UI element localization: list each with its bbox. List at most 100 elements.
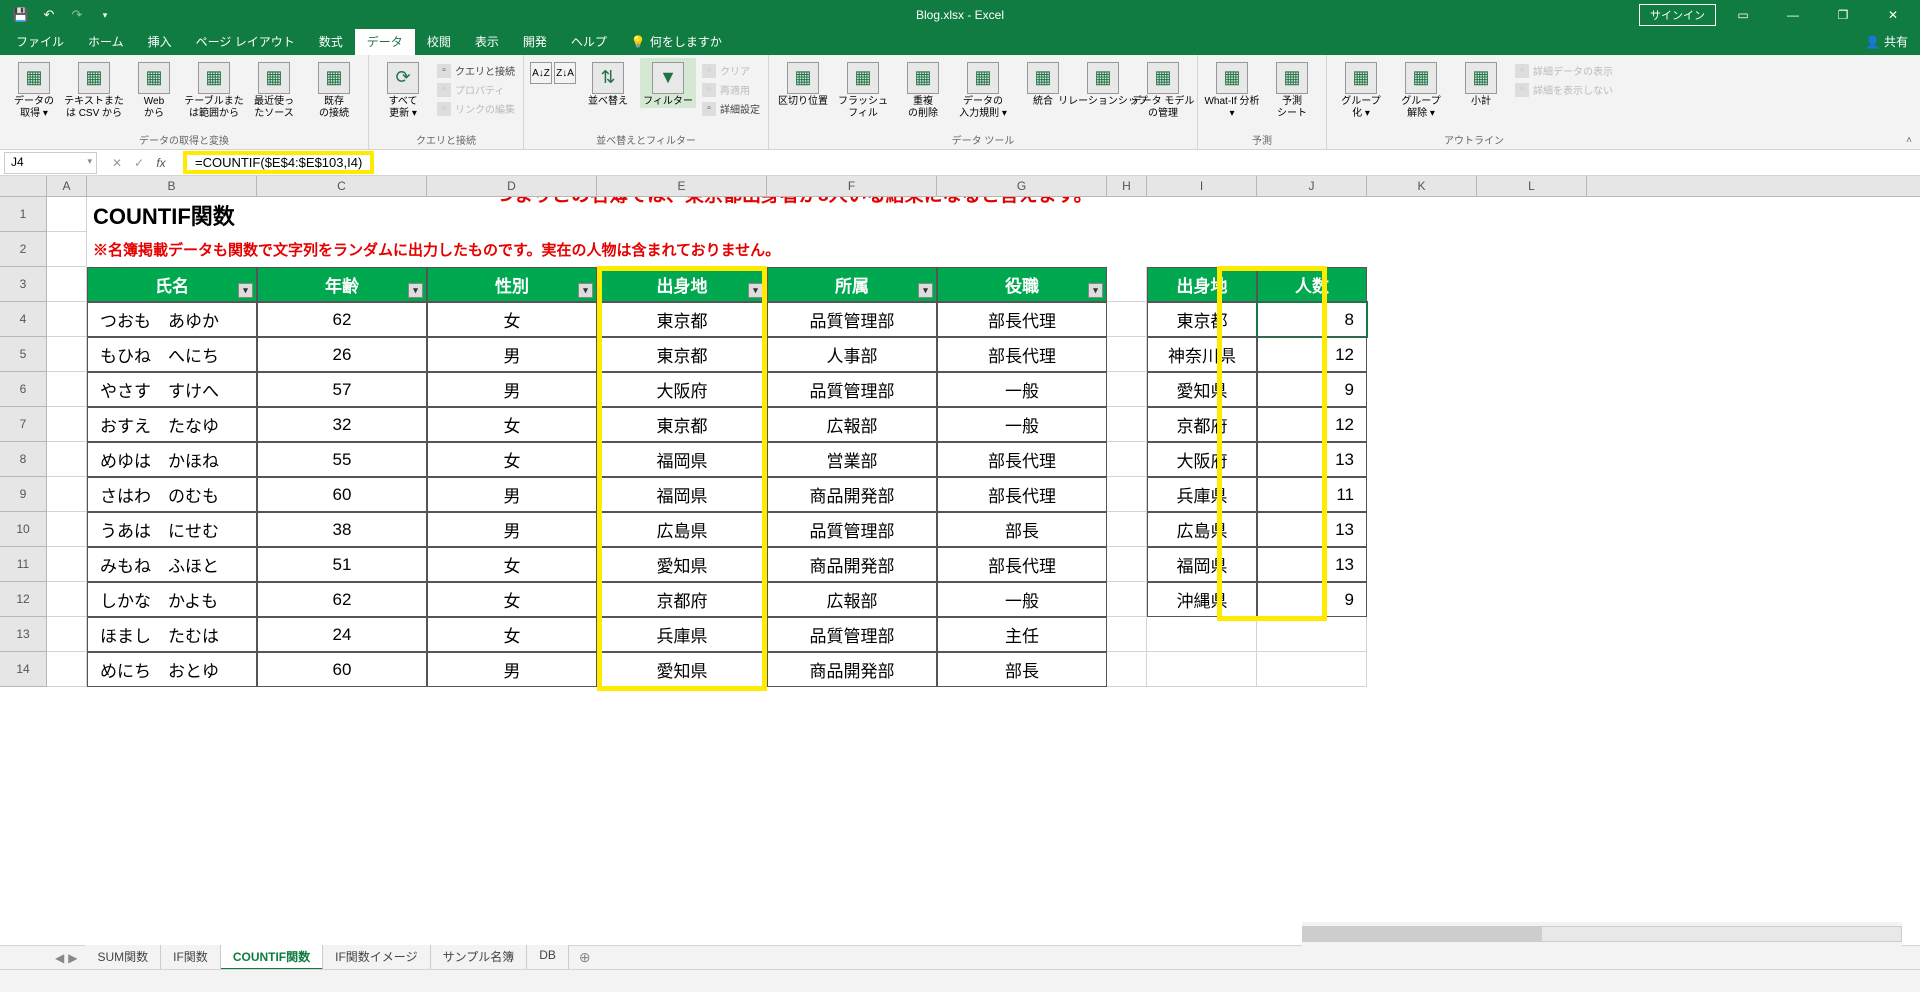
minimize-icon[interactable]: — <box>1770 0 1816 30</box>
table-cell[interactable]: さはわ のむも <box>87 477 257 512</box>
name-box[interactable]: J4 <box>4 152 97 174</box>
row-header-14[interactable]: 14 <box>0 652 47 687</box>
table-cell[interactable]: 9 <box>1257 582 1367 617</box>
ribbon-button[interactable]: ▦データの 入力規則 ▾ <box>955 58 1011 120</box>
refresh-all-button[interactable]: ⟳すべて 更新 ▾ <box>375 58 431 120</box>
table-cell[interactable]: 24 <box>257 617 427 652</box>
filter-dropdown-icon[interactable]: ▾ <box>918 283 933 298</box>
cell[interactable] <box>1107 617 1147 652</box>
table-cell[interactable]: 兵庫県 <box>1147 477 1257 512</box>
ribbon-button[interactable]: ▦区切り位置 <box>775 58 831 108</box>
sheet-tab[interactable]: IF関数 <box>161 945 221 970</box>
table-cell[interactable]: 男 <box>427 512 597 547</box>
cancel-formula-icon[interactable]: ✕ <box>107 156 127 170</box>
sort-desc-icon[interactable]: Z↓A <box>554 62 576 84</box>
formula-input[interactable]: =COUNTIF($E$4:$E$103,I4) <box>177 153 1920 173</box>
ribbon-button[interactable]: ▦重複 の削除 <box>895 58 951 120</box>
table-cell[interactable]: 東京都 <box>597 337 767 372</box>
cell[interactable] <box>47 232 87 267</box>
tellme-search[interactable]: 💡 何をしますか <box>619 29 734 55</box>
table-cell[interactable]: ほまし たむは <box>87 617 257 652</box>
filter-button[interactable]: ▼フィルター <box>640 58 696 108</box>
table-cell[interactable]: 兵庫県 <box>597 617 767 652</box>
filter-dropdown-icon[interactable]: ▾ <box>578 283 593 298</box>
table-cell[interactable]: 愛知県 <box>597 547 767 582</box>
cell[interactable] <box>1107 547 1147 582</box>
col-header-C[interactable]: C <box>257 176 427 196</box>
table-cell[interactable]: 55 <box>257 442 427 477</box>
table-cell[interactable]: 男 <box>427 337 597 372</box>
table-cell[interactable]: 営業部 <box>767 442 937 477</box>
ribbon-button[interactable]: ▦フラッシュ フィル <box>835 58 891 120</box>
save-icon[interactable]: 💾 <box>8 3 34 27</box>
tab-ヘルプ[interactable]: ヘルプ <box>559 29 619 55</box>
col-header-H[interactable]: H <box>1107 176 1147 196</box>
sort-asc-icon[interactable]: A↓Z <box>530 62 552 84</box>
cell[interactable] <box>47 337 87 372</box>
col-header-A[interactable]: A <box>47 176 87 196</box>
table-cell[interactable]: 東京都 <box>1147 302 1257 337</box>
ribbon-options-icon[interactable]: ▭ <box>1720 0 1766 30</box>
table-cell[interactable]: 62 <box>257 302 427 337</box>
table-cell[interactable]: 品質管理部 <box>767 617 937 652</box>
table-cell[interactable]: 商品開発部 <box>767 477 937 512</box>
table-cell[interactable]: 13 <box>1257 442 1367 477</box>
cell[interactable] <box>47 582 87 617</box>
cell[interactable] <box>1107 372 1147 407</box>
cell[interactable] <box>1107 267 1147 302</box>
close-icon[interactable]: ✕ <box>1870 0 1916 30</box>
col-header-B[interactable]: B <box>87 176 257 196</box>
table-cell[interactable]: 12 <box>1257 407 1367 442</box>
table-cell[interactable]: 9 <box>1257 372 1367 407</box>
cell[interactable] <box>47 617 87 652</box>
worksheet-grid[interactable]: 表内の出身地の数を数えて返しています。黄色の枠の例だと表のE列(出身地)の最終行… <box>0 197 1920 937</box>
table-cell[interactable]: 広報部 <box>767 582 937 617</box>
sheet-tab[interactable]: COUNTIF関数 <box>221 945 323 970</box>
prev-sheet-icon[interactable]: ◀ <box>55 951 64 965</box>
select-all-cell[interactable] <box>0 176 47 197</box>
table-cell[interactable]: 福岡県 <box>597 477 767 512</box>
fx-icon[interactable]: fx <box>151 156 171 170</box>
cell[interactable] <box>1147 652 1257 687</box>
ribbon-button[interactable]: ▦データの 取得 ▾ <box>6 58 62 120</box>
qat-customize-icon[interactable]: ▾ <box>92 3 118 27</box>
add-sheet-button[interactable]: ⊕ <box>569 946 601 969</box>
table-cell[interactable]: 女 <box>427 582 597 617</box>
table-cell[interactable]: やさす すけへ <box>87 372 257 407</box>
cell[interactable] <box>47 652 87 687</box>
cell[interactable] <box>47 197 87 232</box>
row-header-11[interactable]: 11 <box>0 547 47 582</box>
table-header[interactable]: 所属▾ <box>767 267 937 302</box>
table-cell[interactable]: つおも あゆか <box>87 302 257 337</box>
ribbon-item[interactable]: ▫クエリと接続 <box>435 62 517 79</box>
sheet-nav[interactable]: ◀▶ <box>47 951 85 965</box>
table-cell[interactable]: 神奈川県 <box>1147 337 1257 372</box>
cell[interactable] <box>1107 442 1147 477</box>
ribbon-item[interactable]: ▫プロパティ <box>435 81 517 98</box>
table-cell[interactable]: 男 <box>427 372 597 407</box>
table-cell[interactable]: 部長代理 <box>937 302 1107 337</box>
ribbon-button[interactable]: ▦グループ 解除 ▾ <box>1393 58 1449 120</box>
table-cell[interactable]: 東京都 <box>597 407 767 442</box>
cell[interactable] <box>1107 477 1147 512</box>
table-header[interactable]: 年齢▾ <box>257 267 427 302</box>
tab-ホーム[interactable]: ホーム <box>76 29 136 55</box>
row-header-6[interactable]: 6 <box>0 372 47 407</box>
row-header-8[interactable]: 8 <box>0 442 47 477</box>
ribbon-item[interactable]: ▫クリア <box>700 62 762 79</box>
table-cell[interactable]: 部長 <box>937 652 1107 687</box>
col-header-E[interactable]: E <box>597 176 767 196</box>
table-cell[interactable]: 愛知県 <box>1147 372 1257 407</box>
table-cell[interactable]: 13 <box>1257 512 1367 547</box>
col-header-F[interactable]: F <box>767 176 937 196</box>
cell[interactable] <box>1107 337 1147 372</box>
table-cell[interactable]: 51 <box>257 547 427 582</box>
filter-dropdown-icon[interactable]: ▾ <box>748 283 763 298</box>
redo-icon[interactable]: ↷ <box>64 3 90 27</box>
table-cell[interactable]: 38 <box>257 512 427 547</box>
ribbon-item[interactable]: ▫再適用 <box>700 81 762 98</box>
enter-formula-icon[interactable]: ✓ <box>129 156 149 170</box>
table-header[interactable]: 役職▾ <box>937 267 1107 302</box>
table-header[interactable]: 性別▾ <box>427 267 597 302</box>
table-cell[interactable]: おすえ たなゆ <box>87 407 257 442</box>
